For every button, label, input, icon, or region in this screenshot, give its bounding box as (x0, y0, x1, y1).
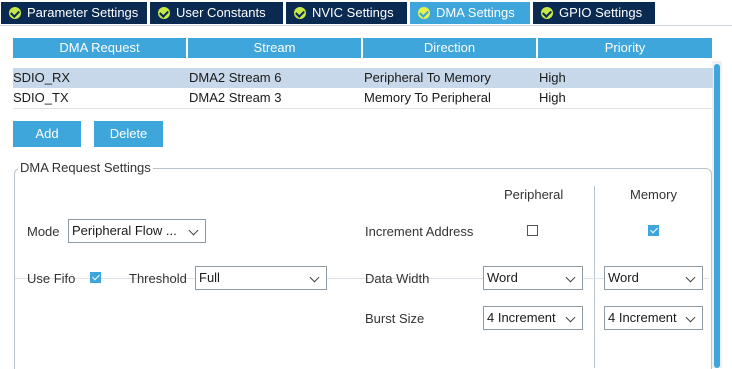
data-width-peripheral-value: Word (487, 270, 518, 285)
tab-gpio-settings[interactable]: GPIO Settings (533, 2, 655, 24)
data-width-label: Data Width (365, 271, 430, 286)
check-icon (294, 7, 306, 19)
burst-size-memory-select[interactable]: 4 Increment (604, 306, 703, 330)
tab-parameter-settings[interactable]: Parameter Settings (1, 2, 147, 24)
settings-legend: DMA Request Settings (18, 160, 153, 175)
tab-label: GPIO Settings (559, 5, 643, 20)
cell-direction: Peripheral To Memory (364, 70, 491, 85)
data-width-peripheral-select[interactable]: Word (483, 266, 583, 290)
increment-peripheral-checkbox[interactable] (527, 225, 538, 236)
use-fifo-checkbox[interactable] (90, 272, 101, 283)
chevron-down-icon (685, 312, 696, 323)
delete-button[interactable]: Delete (94, 121, 163, 147)
cell-stream: DMA2 Stream 3 (189, 90, 282, 105)
threshold-select[interactable]: Full (195, 266, 327, 290)
data-width-memory-select[interactable]: Word (604, 266, 703, 290)
tab-label: Parameter Settings (27, 5, 139, 20)
column-header-priority[interactable]: Priority (538, 38, 712, 58)
burst-size-peripheral-value: 4 Increment (487, 310, 556, 325)
check-icon (418, 7, 430, 19)
cell-request: SDIO_TX (13, 90, 69, 105)
tab-label: DMA Settings (436, 5, 515, 20)
chevron-down-icon (188, 225, 199, 236)
table-row[interactable]: SDIO_TX DMA2 Stream 3 Memory To Peripher… (13, 88, 713, 109)
mode-select[interactable]: Peripheral Flow ... (68, 219, 206, 243)
chevron-down-icon (685, 272, 696, 283)
dma-settings-panel: DMA Request Stream Direction Priority SD… (0, 25, 732, 369)
cell-request: SDIO_RX (13, 70, 71, 85)
tab-bar: Parameter Settings User Constants NVIC S… (0, 0, 732, 25)
check-icon (9, 7, 21, 19)
cell-priority: High (539, 90, 566, 105)
tab-nvic-settings[interactable]: NVIC Settings (286, 2, 407, 24)
memory-column-header: Memory (630, 187, 677, 202)
burst-size-peripheral-select[interactable]: 4 Increment (483, 306, 583, 330)
column-header-direction[interactable]: Direction (363, 38, 536, 58)
data-width-memory-value: Word (608, 270, 639, 285)
chevron-down-icon (565, 312, 576, 323)
column-header-dma-request[interactable]: DMA Request (13, 38, 186, 58)
check-icon (158, 7, 170, 19)
burst-size-label: Burst Size (365, 311, 425, 326)
increment-memory-checkbox[interactable] (648, 225, 659, 236)
burst-size-memory-value: 4 Increment (608, 310, 677, 325)
threshold-label: Threshold (129, 271, 187, 286)
chevron-down-icon (565, 272, 576, 283)
increment-address-label: Increment Address (365, 224, 474, 239)
mode-label: Mode (27, 224, 60, 239)
table-row[interactable]: SDIO_RX DMA2 Stream 6 Peripheral To Memo… (13, 68, 713, 88)
cell-direction: Memory To Peripheral (364, 90, 491, 105)
threshold-value: Full (199, 270, 220, 285)
column-header-stream[interactable]: Stream (188, 38, 361, 58)
add-button[interactable]: Add (13, 121, 81, 147)
tab-label: NVIC Settings (312, 5, 394, 20)
use-fifo-label: Use Fifo (27, 271, 76, 286)
cell-priority: High (539, 70, 566, 85)
tab-user-constants[interactable]: User Constants (150, 2, 283, 24)
peripheral-column-header: Peripheral (504, 187, 564, 202)
cell-stream: DMA2 Stream 6 (189, 70, 282, 85)
scrollbar-thumb[interactable] (714, 64, 720, 368)
tab-dma-settings[interactable]: DMA Settings (410, 2, 530, 24)
check-icon (541, 7, 553, 19)
column-divider (594, 186, 595, 368)
chevron-down-icon (309, 272, 320, 283)
mode-value: Peripheral Flow ... (72, 223, 177, 238)
tab-label: User Constants (176, 5, 266, 20)
